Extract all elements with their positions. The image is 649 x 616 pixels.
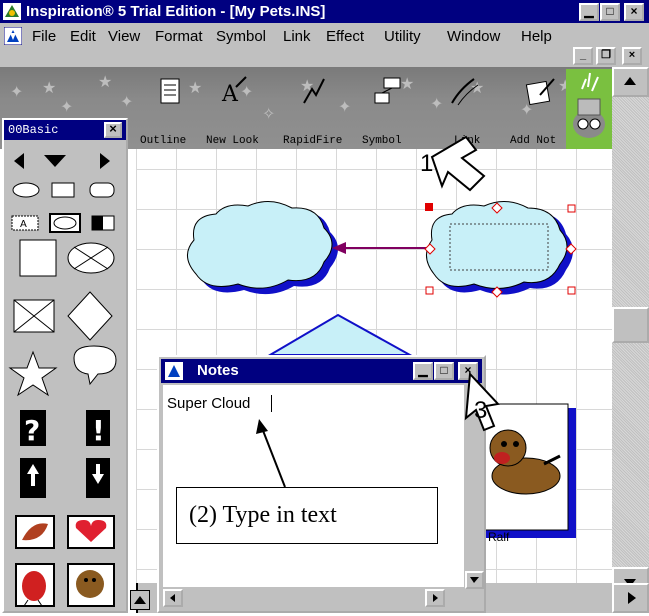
step-1-label: 1 <box>420 150 434 177</box>
step-3-label: 3 <box>474 397 488 424</box>
callout-pointer-line <box>261 427 286 488</box>
cursor-1-icon <box>430 135 486 192</box>
callout-pointer-arrowhead <box>256 419 268 434</box>
annotation-layer <box>256 135 501 488</box>
